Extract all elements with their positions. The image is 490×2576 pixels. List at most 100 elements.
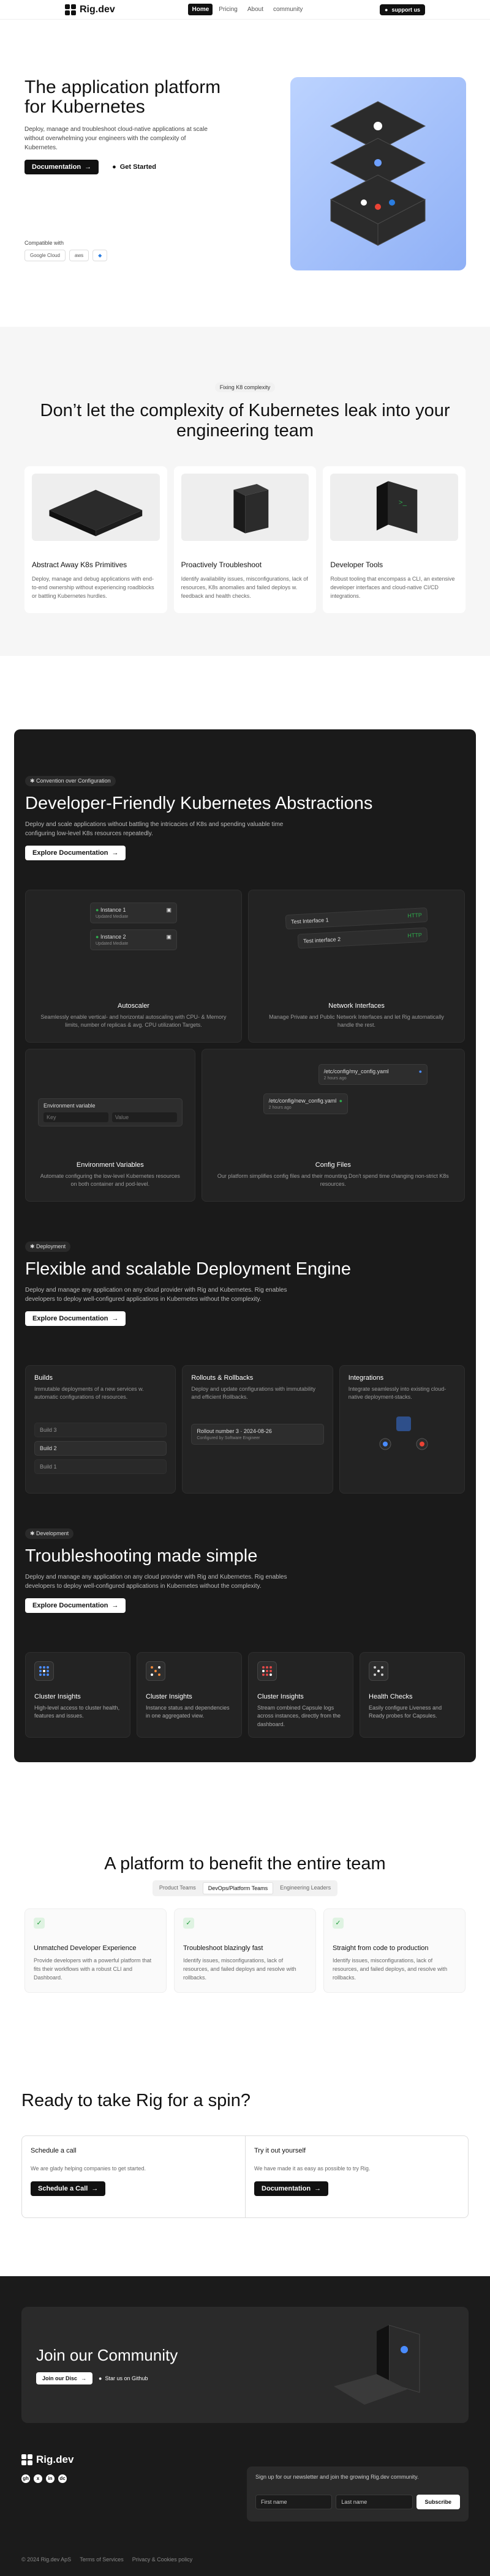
x-icon[interactable]: x	[34, 2474, 42, 2484]
legal-links: © 2024 Rig.dev ApS Terms of Services Pri…	[21, 2556, 192, 2563]
builds-title: Builds	[34, 1374, 53, 1382]
benefit-text: Identify issues, misconfigurations, lack…	[333, 1957, 448, 1981]
k8s-primitives-illustration	[32, 473, 160, 541]
insight-title: Cluster Insights	[257, 1692, 304, 1700]
env-title: Environment Variables	[76, 1161, 144, 1169]
interface-badge: HTTP	[407, 912, 423, 919]
arrow-right-icon: →	[111, 849, 119, 857]
env-value-field[interactable]: Value	[111, 1112, 177, 1122]
arrow-right-icon: →	[91, 2185, 99, 2193]
rollout-meta: Configured by Software Engineer	[197, 1435, 260, 1440]
deployment-pill-label: Deployment	[36, 1243, 66, 1249]
rollout-title: Rollout number 3 · 2024-08-26	[197, 1428, 272, 1434]
benefit-title: Troubleshoot blazingly fast	[183, 1945, 263, 1952]
tab-product-teams[interactable]: Product Teams	[154, 1882, 201, 1894]
env-var-label: Environment variable	[43, 1102, 96, 1109]
env-key-field[interactable]: Key	[43, 1112, 108, 1122]
google-cloud-logo: Google Cloud	[24, 250, 66, 261]
linkedin-icon[interactable]: in	[46, 2474, 55, 2484]
insight-text: Stream combined Capsule logs across inst…	[257, 1704, 341, 1727]
check-icon: ✓	[34, 1918, 45, 1929]
config-row: /etc/config/my_config.yaml 2 hours ago ●	[318, 1063, 428, 1085]
explore-docs-label: Explore Documentation	[32, 1314, 108, 1322]
terms-link[interactable]: Terms of Services	[80, 2556, 124, 2563]
discord-button[interactable]: Join our Disc →	[36, 2372, 93, 2385]
compatibility: Compatible with Google Cloud aws ◆	[24, 240, 108, 261]
tab-devops-teams[interactable]: DevOps/Platform Teams	[202, 1882, 274, 1895]
feature-title: Developer Tools	[330, 560, 383, 569]
github-icon[interactable]: gh	[21, 2474, 30, 2484]
build-name: Build 3	[40, 1426, 57, 1433]
instance-meta: Updated Mediate	[96, 941, 129, 946]
documentation-button[interactable]: Documentation →	[24, 160, 99, 174]
footer-brand[interactable]: Rig.dev	[21, 2454, 469, 2466]
insight-text: Instance status and dependencies in one …	[146, 1704, 230, 1719]
features-dark-section: ✱ Convention over Configuration Develope…	[14, 729, 476, 1763]
footer-brand-name: Rig.dev	[36, 2454, 74, 2466]
nav-home[interactable]: Home	[188, 4, 213, 15]
insight-card: Cluster Insights High-level access to cl…	[25, 1651, 130, 1738]
troubleshooting-desc: Deploy and manage any application on any…	[25, 1573, 287, 1590]
subscribe-button[interactable]: Subscribe	[416, 2495, 461, 2510]
health-check-icon	[369, 1661, 388, 1681]
builds-text: Immutable deployments of a new services …	[34, 1385, 144, 1401]
brand-name: Rig.dev	[80, 4, 115, 15]
config-meta: 2 hours ago	[268, 1105, 292, 1110]
gear-icon: ✱	[30, 1243, 37, 1249]
build-row: Build 3	[34, 1422, 167, 1437]
hero-section: The application platform for Kubernetes …	[0, 20, 490, 270]
aws-logo: aws	[69, 250, 89, 261]
schedule-call-panel: Schedule a call We are glady helping com…	[22, 2136, 245, 2217]
config-text: Our platform simplifies config files and…	[217, 1172, 449, 1188]
nav-pricing[interactable]: Pricing	[215, 4, 241, 15]
discord-label: Join our Disc	[42, 2375, 78, 2382]
last-name-field[interactable]: Last name	[336, 2495, 413, 2510]
network-interfaces-card: Test Interface 1 HTTP Test interface 2 HTT…	[248, 889, 465, 1043]
deployment-pill: ✱ Deployment	[25, 1241, 71, 1252]
explore-docs-button[interactable]: Explore Documentation →	[25, 1598, 126, 1613]
brand-logo[interactable]: Rig.dev	[65, 4, 115, 15]
instance-row: ● Instance 1 Updated Mediate ▣	[90, 902, 177, 923]
feature-text: Robust tooling that encompass a CLI, an …	[330, 575, 455, 599]
hero-title: The application platform for Kubernetes	[24, 77, 221, 117]
cpu-icon: ▣	[166, 933, 172, 940]
deployment-desc: Deploy and manage any application on any…	[25, 1286, 287, 1303]
rollouts-card: Rollouts & Rollbacks Deploy and update c…	[182, 1364, 333, 1494]
discord-icon[interactable]: dc	[58, 2474, 67, 2484]
feature-card: Proactively Troubleshoot Identify availa…	[173, 466, 317, 613]
troubleshooting-pill: ✱ Development	[25, 1528, 74, 1539]
nav-about[interactable]: About	[244, 4, 267, 15]
privacy-link[interactable]: Privacy & Cookies policy	[132, 2556, 193, 2563]
tab-engineering-leaders[interactable]: Engineering Leaders	[275, 1882, 336, 1894]
platform-section: A platform to benefit the entire team Pr…	[0, 1762, 490, 1993]
server-stack-icon	[330, 101, 426, 246]
nav-community[interactable]: community	[270, 4, 306, 15]
build-name: Build 2	[40, 1445, 57, 1451]
benefit-title: Unmatched Developer Experience	[34, 1945, 137, 1952]
instance-name: Instance 2	[100, 933, 126, 940]
troubleshoot-illustration	[181, 473, 309, 541]
rollouts-title: Rollouts & Rollbacks	[191, 1374, 254, 1382]
troubleshooting-pill-label: Development	[36, 1530, 69, 1536]
newsletter-box: Sign up for our newsletter and join the …	[247, 2466, 469, 2522]
schedule-call-button[interactable]: Schedule a Call →	[31, 2181, 106, 2197]
first-name-field[interactable]: First name	[255, 2495, 333, 2510]
gear-icon: ✱	[30, 1530, 37, 1536]
arrow-right-icon: →	[111, 1601, 119, 1609]
network-text: Manage Private and Public Network Interf…	[269, 1013, 444, 1029]
support-button[interactable]: ● support us	[380, 4, 425, 15]
audience-tabs: Product Teams DevOps/Platform Teams Engi…	[152, 1880, 338, 1897]
documentation-button[interactable]: Documentation →	[254, 2181, 329, 2197]
explore-docs-button[interactable]: Explore Documentation →	[25, 845, 126, 860]
arrow-right-icon: →	[85, 163, 92, 171]
github-star-link[interactable]: ● Star us on Github	[99, 2375, 148, 2381]
interface-row: Test Interface 1 HTTP	[285, 907, 428, 929]
explore-docs-button[interactable]: Explore Documentation →	[25, 1311, 126, 1326]
instance-meta: Updated Mediate	[96, 914, 129, 919]
abstractions-title: Developer-Friendly Kubernetes Abstractio…	[25, 793, 373, 813]
explore-docs-label: Explore Documentation	[32, 1601, 108, 1609]
get-started-button[interactable]: ● Get Started	[105, 160, 164, 174]
check-icon: ✓	[333, 1918, 344, 1929]
compatible-label: Compatible with	[24, 240, 64, 246]
instance-name: Instance 1	[100, 906, 126, 913]
